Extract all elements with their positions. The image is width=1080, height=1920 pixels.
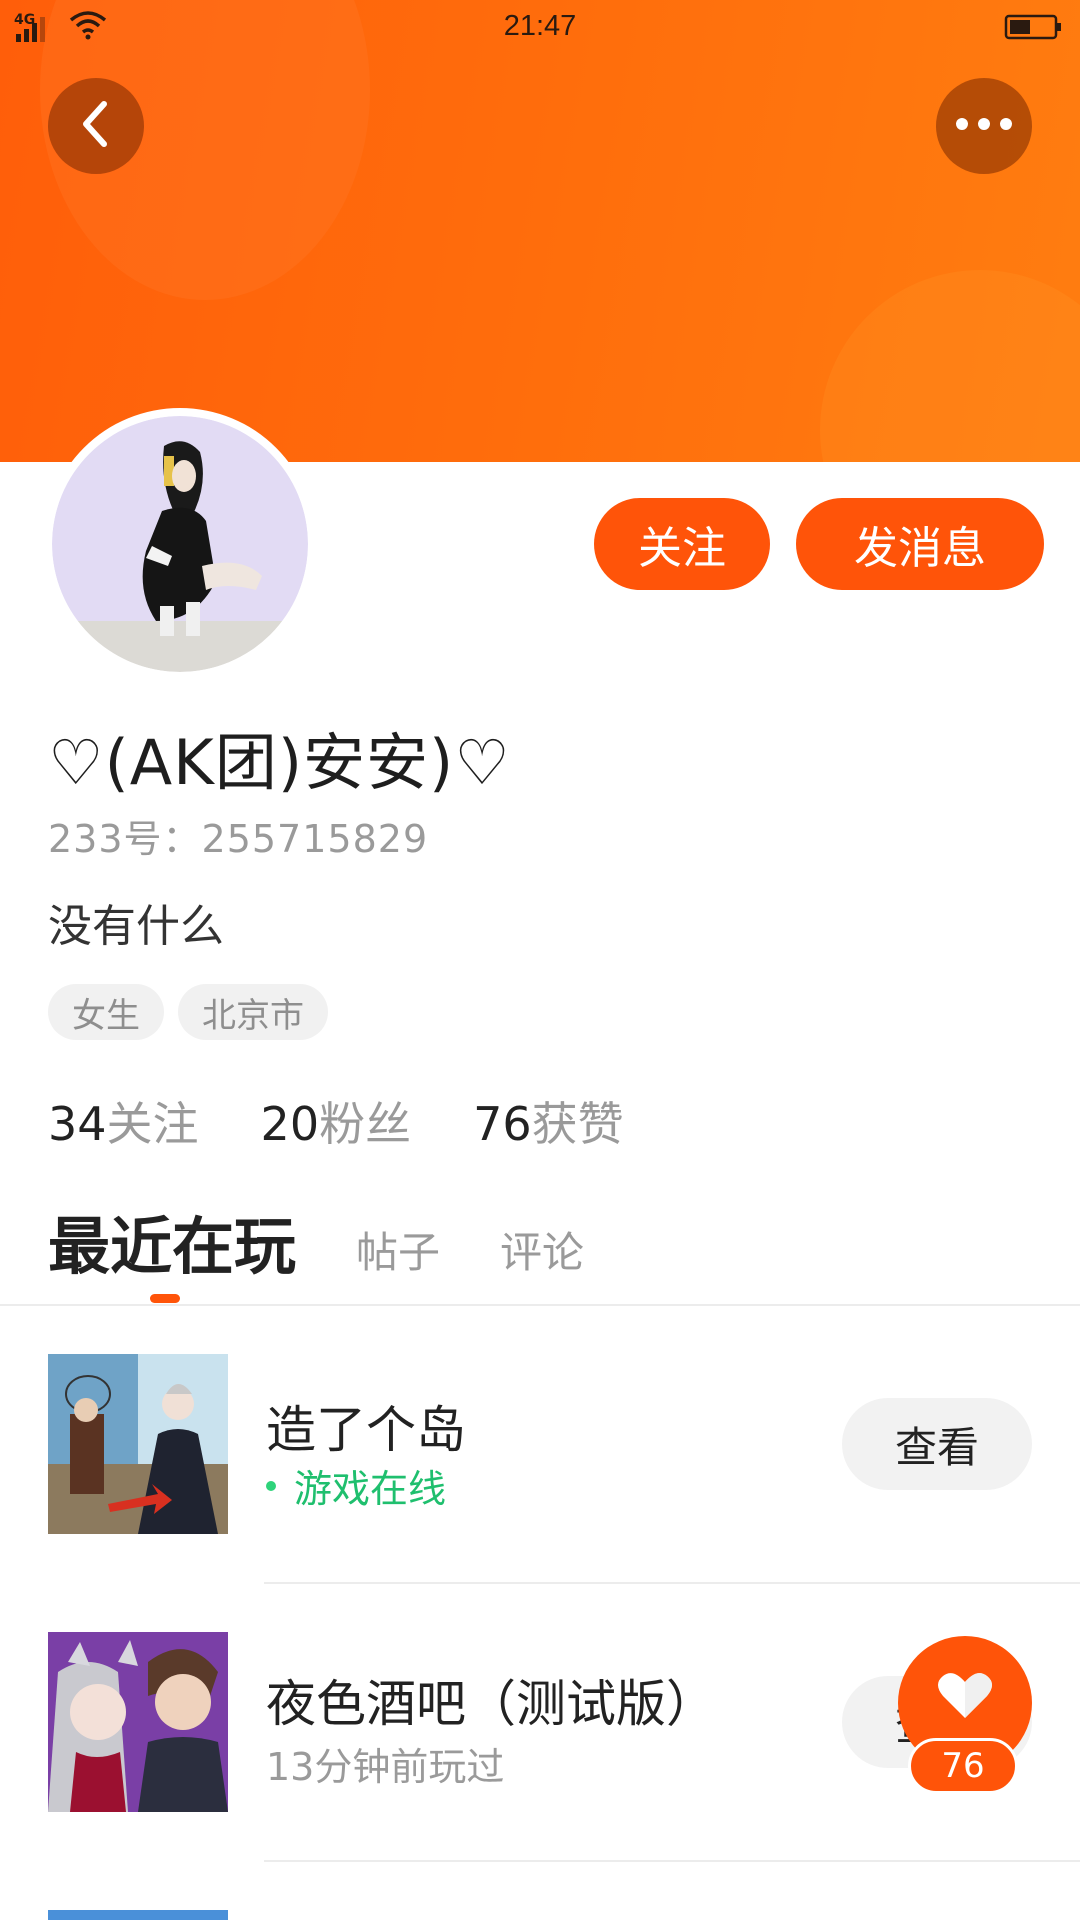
game-thumbnail <box>48 1910 228 1920</box>
stat-following[interactable]: 34关注 <box>48 1088 199 1154</box>
stat-followers[interactable]: 20粉丝 <box>261 1088 412 1154</box>
back-button[interactable] <box>48 78 144 174</box>
game-status: 游戏在线 <box>266 1458 446 1513</box>
more-button[interactable] <box>936 78 1032 174</box>
game-thumbnail <box>48 1354 228 1534</box>
list-item[interactable]: 造了个岛 游戏在线 查看 <box>0 1354 1080 1632</box>
chevron-left-icon <box>76 99 116 153</box>
tab-recent-play[interactable]: 最近在玩 <box>48 1196 296 1286</box>
bio: 没有什么 <box>48 901 224 952</box>
profile-tabs: 最近在玩 帖子 评论 <box>48 1196 584 1286</box>
status-bar: 4G 21:47 <box>0 0 1080 54</box>
game-status: 13分钟前玩过 <box>266 1745 505 1789</box>
divider <box>264 1582 1080 1584</box>
stats-row: 34关注 20粉丝 76获赞 <box>48 1088 624 1154</box>
follow-button[interactable]: 关注 <box>594 498 770 590</box>
avatar[interactable] <box>52 416 308 672</box>
stat-likes: 76获赞 <box>473 1097 624 1151</box>
divider <box>264 1860 1080 1862</box>
divider <box>0 1304 1080 1306</box>
avatar-character-image <box>142 441 262 636</box>
tab-posts[interactable]: 帖子 <box>356 1219 440 1286</box>
tab-indicator <box>150 1294 180 1303</box>
online-dot-icon <box>266 1480 276 1491</box>
more-dots-icon <box>954 116 1014 136</box>
clock: 21:47 <box>503 10 577 42</box>
game-name: 夜色酒吧（测试版） <box>266 1675 716 1733</box>
profile-banner <box>0 0 1080 462</box>
view-button[interactable]: 查看 <box>842 1398 1032 1490</box>
tab-comments[interactable]: 评论 <box>500 1219 584 1286</box>
like-count-badge: 76 <box>908 1738 1018 1794</box>
game-thumbnail <box>48 1632 228 1812</box>
tag-gender: 女生 <box>48 984 164 1040</box>
tag-location: 北京市 <box>178 984 328 1040</box>
user-id: 233号：255715829 <box>48 817 429 861</box>
send-message-button[interactable]: 发消息 <box>796 498 1044 590</box>
profile-tags: 女生 北京市 <box>48 984 328 1040</box>
heart-icon <box>937 1670 993 1724</box>
game-name: 造了个岛 <box>266 1401 466 1459</box>
battery-icon <box>1004 12 1064 46</box>
nickname: ♡(AK团)安安)♡ <box>48 726 511 799</box>
